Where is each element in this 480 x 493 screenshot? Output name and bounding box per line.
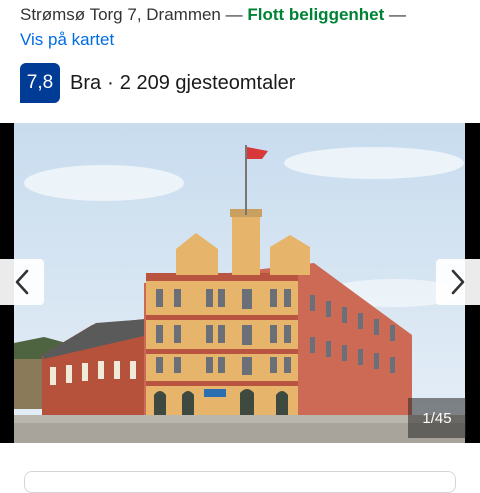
next-photo-button[interactable] [436, 259, 480, 305]
address-separator: — [225, 5, 243, 24]
review-count: 2 209 gjesteomtaler [119, 71, 296, 94]
address-trailing-separator: — [389, 5, 407, 24]
hotel-photo[interactable] [14, 123, 465, 443]
previous-photo-button[interactable] [0, 259, 44, 305]
photo-gallery[interactable]: 1/45 [0, 123, 480, 443]
show-on-map-link[interactable]: Vis på kartet [20, 29, 114, 51]
chevron-left-icon [15, 269, 29, 295]
review-score-badge: 7,8 [20, 63, 60, 103]
photo-counter: 1/45 [408, 398, 466, 438]
address-line: Strømsø Torg 7, Drammen — Flott beliggen… [20, 4, 480, 26]
location-highlight: Flott beliggenhet [247, 5, 385, 24]
next-section-card [24, 471, 456, 493]
rating-separator: · [107, 71, 114, 94]
chevron-right-icon [451, 269, 465, 295]
review-verdict: Bra [70, 71, 102, 94]
hotel-address: Strømsø Torg 7, Drammen [20, 5, 221, 24]
rating-row[interactable]: 7,8 Bra · 2 209 gjesteomtaler [20, 63, 295, 103]
